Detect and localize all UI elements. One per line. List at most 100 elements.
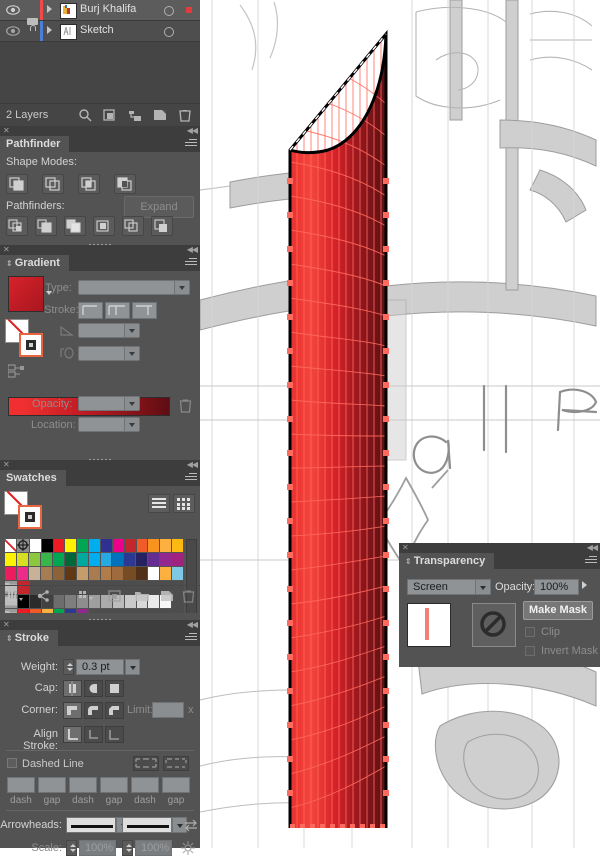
swatch-cell[interactable] (112, 539, 125, 553)
layer-row-sketch[interactable]: Sketch (0, 18, 200, 42)
clip-checkbox[interactable] (525, 627, 535, 637)
collapse-icon[interactable]: ◀◀ (187, 620, 198, 630)
gap-field-1[interactable] (38, 777, 66, 793)
gradient-preview-swatch[interactable] (8, 276, 44, 312)
chevron-down-icon[interactable] (124, 324, 139, 337)
swap-arrowheads-icon[interactable] (184, 818, 198, 832)
tab-swatches[interactable]: Swatches (0, 470, 66, 486)
dash-adjust-corners-icon[interactable] (163, 756, 189, 771)
swatch-cell[interactable] (29, 539, 42, 553)
round-cap-icon[interactable] (84, 680, 103, 697)
trim-icon[interactable] (35, 216, 57, 236)
chevron-down-icon[interactable] (124, 418, 139, 431)
chevron-down-icon[interactable] (124, 347, 139, 360)
gradient-annotator-icon[interactable] (7, 363, 30, 382)
weight-stepper[interactable] (63, 659, 74, 675)
folder-icon[interactable] (134, 589, 149, 603)
swatch-cell[interactable] (172, 567, 185, 581)
chevron-down-icon[interactable] (174, 281, 189, 294)
disclosure-triangle-icon[interactable] (47, 26, 52, 34)
dash-field-2[interactable] (69, 777, 97, 793)
layer-target-icon[interactable] (164, 6, 174, 16)
scale-start-field[interactable]: 100% (79, 840, 116, 856)
swatch-grid[interactable] (5, 539, 185, 623)
swatch-cell[interactable] (52, 553, 65, 567)
swatch-cell[interactable] (148, 553, 161, 567)
panel-menu-icon[interactable] (185, 139, 197, 149)
swatch-cell[interactable] (88, 567, 101, 581)
swatch-cell[interactable] (124, 567, 137, 581)
projecting-cap-icon[interactable] (105, 680, 124, 697)
swatch-cell[interactable] (28, 553, 41, 567)
locate-object-icon[interactable] (78, 108, 92, 122)
delete-gradient-stop-icon[interactable] (179, 397, 192, 413)
gradient-type-select[interactable] (78, 280, 190, 295)
delete-selection-icon[interactable] (178, 108, 192, 122)
tab-transparency[interactable]: ⇕ Transparency (399, 553, 495, 569)
align-center-icon[interactable] (63, 726, 82, 743)
new-swatch-icon[interactable] (160, 589, 174, 603)
swatch-cell[interactable] (41, 539, 54, 553)
layer-target-icon[interactable] (164, 27, 174, 37)
dash-field-1[interactable] (7, 777, 35, 793)
panel-resize-grip[interactable] (0, 238, 200, 247)
close-icon[interactable]: ✕ (3, 460, 10, 470)
swatch-cell[interactable] (160, 539, 173, 553)
swatch-cell[interactable] (28, 567, 41, 581)
visibility-eye-icon[interactable] (6, 4, 20, 16)
artwork-thumbnail[interactable] (407, 603, 451, 647)
stroke-swatch-icon[interactable] (19, 333, 43, 357)
no-mask-icon[interactable] (472, 603, 516, 647)
gradient-location-field[interactable] (78, 417, 140, 432)
swatch-cell[interactable] (88, 553, 101, 567)
layer-name[interactable]: Sketch (80, 24, 114, 36)
arrowhead-start-field[interactable] (66, 817, 116, 833)
swatch-cell[interactable] (160, 567, 173, 581)
expand-button[interactable]: Expand (124, 196, 194, 218)
stroke-across-icon[interactable] (132, 302, 157, 319)
opacity-slider-arrow-icon[interactable] (582, 581, 587, 589)
new-color-group-icon[interactable] (108, 589, 122, 603)
swatch-cell[interactable] (112, 553, 125, 567)
swatch-cell[interactable] (136, 567, 149, 581)
swatch-cell[interactable] (64, 567, 77, 581)
merge-icon[interactable] (64, 216, 86, 236)
intersect-icon[interactable] (78, 174, 100, 194)
unite-icon[interactable] (6, 174, 28, 194)
dash-field-3[interactable] (131, 777, 159, 793)
swatch-cell[interactable] (76, 553, 89, 567)
tab-gradient[interactable]: ⇕ Gradient (0, 255, 69, 271)
stroke-swatch-icon[interactable] (18, 505, 42, 529)
stroke-within-icon[interactable] (78, 302, 103, 319)
swatch-cell[interactable] (148, 567, 161, 581)
panel-menu-icon[interactable] (185, 473, 197, 483)
swatch-cell[interactable] (172, 539, 185, 553)
scale-end-stepper[interactable] (122, 840, 133, 856)
panel-resize-grip[interactable] (0, 453, 200, 462)
swatch-cell[interactable] (148, 539, 161, 553)
gradient-aspect-field[interactable] (78, 346, 140, 361)
minus-back-icon[interactable] (151, 216, 173, 236)
fill-stroke-indicator[interactable] (4, 491, 46, 529)
panel-resize-grip[interactable] (0, 613, 200, 622)
swatch-cell[interactable] (16, 553, 29, 567)
chevron-down-icon[interactable] (124, 397, 139, 410)
gradient-opacity-field[interactable] (78, 396, 140, 411)
make-mask-button[interactable]: Make Mask (523, 601, 593, 620)
miter-join-icon[interactable] (63, 702, 82, 719)
layer-name[interactable]: Burj Khalifa (80, 3, 136, 15)
list-view-icon[interactable] (148, 494, 170, 513)
close-icon[interactable]: ✕ (3, 620, 10, 630)
swatch-cell[interactable] (100, 567, 113, 581)
panel-menu-icon[interactable] (185, 258, 197, 268)
dash-preserve-exact-icon[interactable] (133, 756, 159, 771)
show-kuler-icon[interactable] (36, 589, 50, 603)
swatch-cell[interactable] (65, 539, 78, 553)
close-icon[interactable]: ✕ (3, 126, 10, 136)
link-scale-icon[interactable] (180, 840, 195, 855)
scale-end-field[interactable]: 100% (135, 840, 172, 856)
scale-start-stepper[interactable] (66, 840, 77, 856)
collapse-icon[interactable]: ◀◀ (187, 460, 198, 470)
swatch-none-icon[interactable] (5, 539, 17, 553)
limit-field[interactable] (152, 702, 184, 718)
